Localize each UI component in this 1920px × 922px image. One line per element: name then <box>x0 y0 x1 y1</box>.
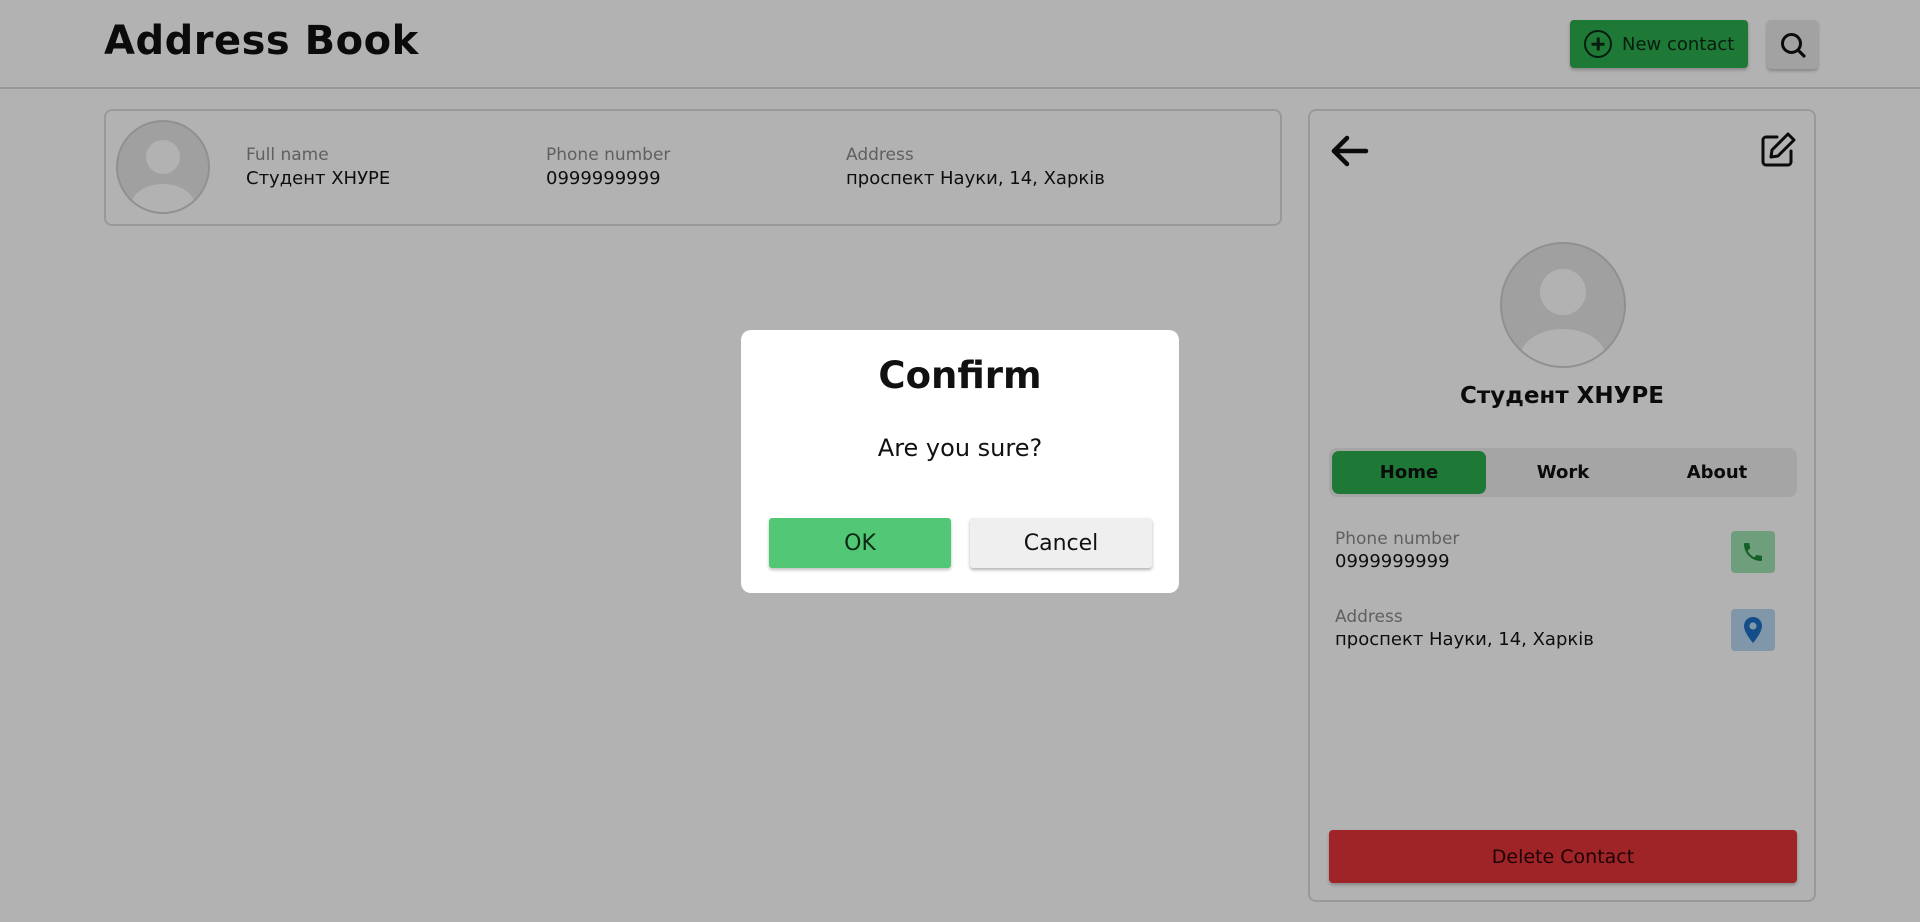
app-root: Address Book New contact Full name Студе… <box>0 0 1920 922</box>
ok-button[interactable]: OK <box>769 518 951 568</box>
confirm-dialog: Confirm Are you sure? OK Cancel <box>741 330 1179 593</box>
cancel-button[interactable]: Cancel <box>970 518 1152 568</box>
dialog-message: Are you sure? <box>877 434 1043 462</box>
dialog-title: Confirm <box>878 354 1042 397</box>
